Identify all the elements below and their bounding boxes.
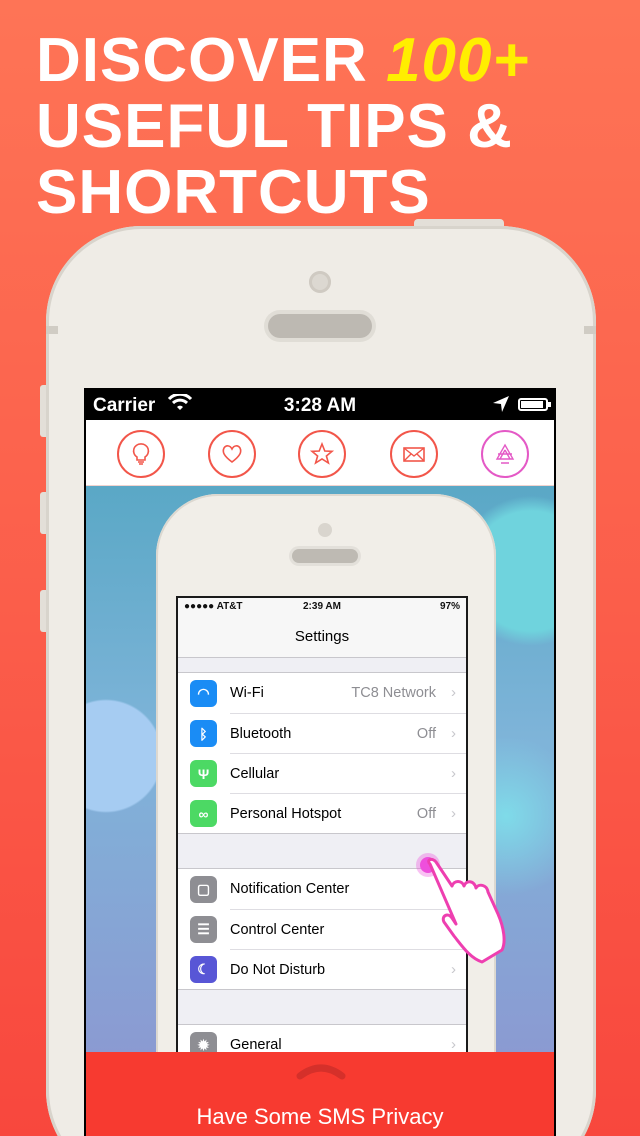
settings-row[interactable]: Ψ Cellular ›	[178, 753, 466, 793]
settings-row[interactable]: ☰Control Center›	[178, 909, 466, 949]
speaker-grille	[268, 314, 372, 338]
chevron-right-icon: ›	[451, 684, 456, 701]
location-arrow-icon	[492, 395, 510, 419]
settings-row-label: Control Center	[230, 922, 325, 938]
settings-row-value: TC8 Network	[351, 685, 436, 701]
headline-highlight: 100+	[386, 26, 530, 95]
status-time: 3:28 AM	[283, 395, 357, 416]
settings-row-label: General	[230, 1037, 282, 1053]
chevron-right-icon: ›	[451, 805, 456, 822]
settings-row[interactable]: ᛒ Bluetooth Off ›	[178, 713, 466, 753]
chevron-right-icon: ›	[451, 1036, 456, 1053]
settings-row-content: Bluetooth Off ›	[230, 713, 466, 753]
settings-row-label: Notification Center	[230, 881, 350, 897]
chevron-right-icon: ›	[451, 765, 456, 782]
mail-icon[interactable]	[390, 430, 438, 478]
battery-icon	[518, 398, 551, 411]
settings-row[interactable]: ▢Notification Center›	[178, 869, 466, 909]
wifi-icon: ◠	[190, 680, 217, 707]
settings-row-label: Personal Hotspot	[230, 806, 342, 822]
inner-time: 2:39 AM	[303, 601, 341, 612]
settings-row[interactable]: ☾ Do Not Disturb ›	[178, 949, 466, 989]
settings-row-content: Cellular ›	[230, 753, 466, 793]
control-center-icon: ☰	[190, 916, 217, 943]
settings-title: Settings	[178, 616, 466, 658]
phone-band-left	[46, 326, 58, 334]
settings-row-value: Off	[416, 806, 436, 822]
settings-row-content: Personal Hotspot Off ›	[230, 793, 466, 833]
tip-banner[interactable]: Have Some SMS Privacy	[86, 1052, 554, 1136]
settings-row-label: Cellular	[230, 766, 280, 782]
phone-band-right	[584, 326, 596, 334]
chevron-right-icon: ›	[451, 725, 456, 742]
camera-icon	[309, 271, 331, 293]
inner-speaker	[292, 549, 358, 563]
settings-row[interactable]: ◠ Wi-Fi TC8 Network ›	[178, 673, 466, 713]
headline-line2: USEFUL TIPS &	[36, 92, 513, 161]
settings-group-notifications: ▢Notification Center›☰Control Center›☾Do…	[178, 868, 466, 990]
settings-row-value: Off	[416, 726, 436, 742]
moon-icon: ☾	[190, 956, 217, 983]
status-bar: Carrier 3:28 AM	[84, 388, 556, 420]
settings-row[interactable]: ∞ Personal Hotspot Off ›	[178, 793, 466, 833]
bluetooth-icon: ᛒ	[190, 720, 217, 747]
toolbar	[86, 420, 554, 486]
hotspot-icon: ∞	[190, 800, 217, 827]
cellular-icon: Ψ	[190, 760, 217, 787]
settings-row-label: Do Not Disturb	[230, 962, 326, 978]
settings-group-network: ◠ Wi-Fi TC8 Network › ᛒ Bluetooth Off › Ψ Cellula…	[178, 672, 466, 834]
headline: DISCOVER 100+ USEFUL TIPS & SHORTCUTS	[36, 28, 530, 226]
settings-row-label: Wi-Fi	[230, 685, 264, 701]
tip-title: Have Some SMS Privacy	[196, 1104, 444, 1129]
battery-fill	[521, 401, 543, 408]
inner-status-bar: ●●●●● AT&T 2:39 AM 97%	[178, 598, 466, 616]
lightbulb-icon[interactable]	[117, 430, 165, 478]
inner-camera-icon	[318, 523, 332, 537]
star-icon[interactable]	[298, 430, 346, 478]
pointing-hand-icon	[427, 858, 506, 964]
heart-icon[interactable]	[208, 430, 256, 478]
settings-row-content: Wi-Fi TC8 Network ›	[230, 673, 466, 713]
headline-line1: DISCOVER	[36, 26, 387, 95]
inner-battery: 97%	[439, 601, 460, 612]
settings-screen: ●●●●● AT&T 2:39 AM 97% Settings ◠ Wi-Fi TC…	[176, 596, 468, 1066]
notification-center-icon: ▢	[190, 876, 217, 903]
triangles-icon[interactable]	[481, 430, 529, 478]
headline-line3: SHORTCUTS	[36, 158, 431, 227]
chevron-up-icon[interactable]	[296, 1062, 346, 1080]
settings-row-label: Bluetooth	[230, 726, 292, 742]
